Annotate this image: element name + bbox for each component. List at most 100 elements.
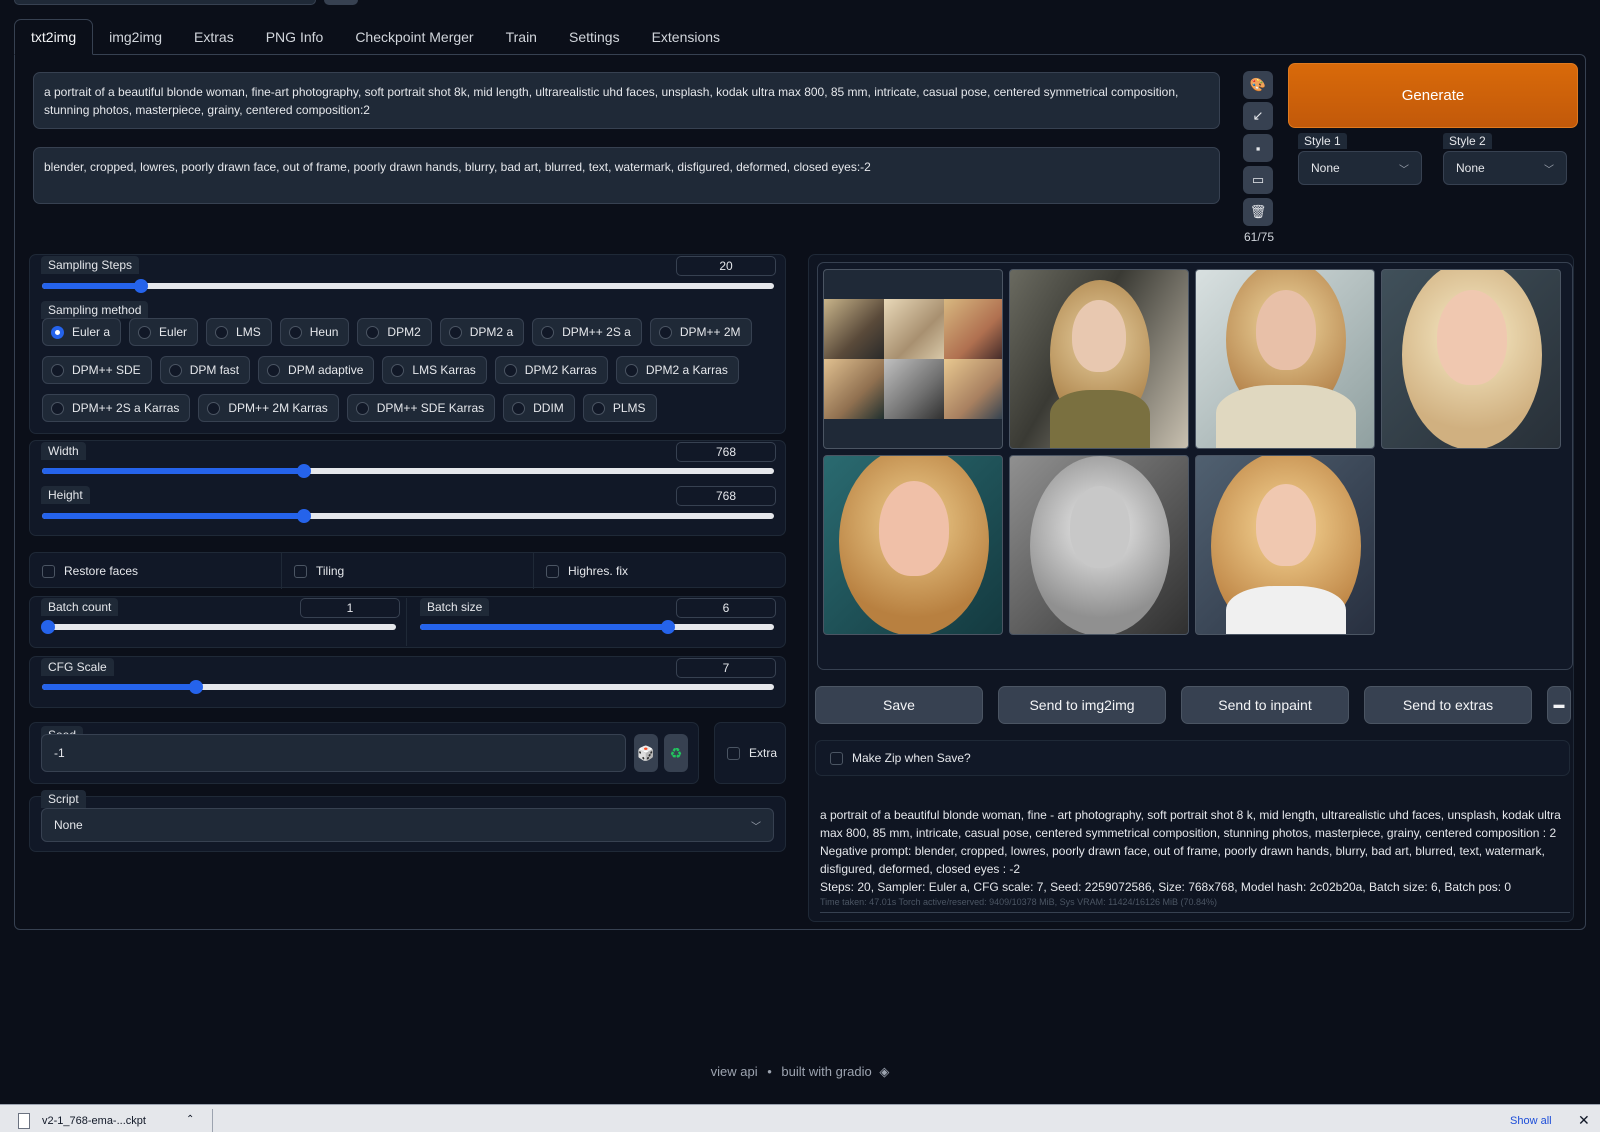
sampler-option-plms[interactable]: PLMS bbox=[582, 394, 657, 422]
gallery-grid-image[interactable] bbox=[823, 269, 1003, 449]
sampler-option-dpm-fast[interactable]: DPM fast bbox=[159, 356, 251, 384]
reuse-seed-button[interactable]: ♻ bbox=[664, 734, 688, 772]
gallery-image-3[interactable] bbox=[1381, 269, 1561, 449]
save-button[interactable]: Save bbox=[815, 686, 983, 724]
radio-dot[interactable] bbox=[138, 325, 152, 339]
checkbox-box[interactable] bbox=[42, 564, 55, 578]
sampler-option-dpm-2m-karras[interactable]: DPM++ 2M Karras bbox=[198, 394, 339, 422]
sampler-option-dpm-sde-karras[interactable]: DPM++ SDE Karras bbox=[346, 394, 496, 422]
download-file-name[interactable]: v2-1_768-ema-...ckpt bbox=[42, 1115, 146, 1127]
radio-dot[interactable] bbox=[207, 401, 221, 415]
sampling-steps-slider[interactable] bbox=[42, 279, 774, 293]
sampler-option-dpm-2s-a-karras[interactable]: DPM++ 2S a Karras bbox=[42, 394, 191, 422]
radio-dot[interactable] bbox=[355, 401, 369, 415]
tiling-checkbox[interactable]: Tiling bbox=[282, 553, 534, 589]
cfg-scale-number[interactable]: 7 bbox=[676, 658, 776, 678]
slider-thumb[interactable] bbox=[133, 279, 148, 293]
sampling-steps-number[interactable]: 20 bbox=[676, 256, 776, 276]
radio-dot[interactable] bbox=[288, 325, 302, 339]
restore-faces-checkbox[interactable]: Restore faces bbox=[30, 553, 282, 589]
radio-dot[interactable] bbox=[51, 325, 64, 339]
paste-params-button[interactable]: ↙ bbox=[1243, 102, 1273, 130]
tab-extensions[interactable]: Extensions bbox=[636, 19, 736, 55]
sampler-option-dpm-sde[interactable]: DPM++ SDE bbox=[42, 356, 152, 384]
tab-settings[interactable]: Settings bbox=[553, 19, 636, 55]
slider-thumb[interactable] bbox=[297, 464, 312, 478]
chevron-up-icon[interactable]: ⌃ bbox=[186, 1114, 194, 1125]
batch-count-number[interactable]: 1 bbox=[300, 598, 400, 618]
clear-prompt-button[interactable]: 🗑 bbox=[1243, 198, 1273, 226]
extra-seed-checkbox[interactable]: Extra bbox=[714, 722, 786, 784]
batch-size-slider[interactable] bbox=[420, 620, 774, 634]
negative-prompt-input[interactable]: blender, cropped, lowres, poorly drawn f… bbox=[33, 147, 1220, 204]
checkbox-box[interactable] bbox=[830, 751, 843, 765]
checkbox-box[interactable] bbox=[546, 564, 559, 578]
radio-dot[interactable] bbox=[541, 325, 555, 339]
batch-size-number[interactable]: 6 bbox=[676, 598, 776, 618]
radio-dot[interactable] bbox=[658, 325, 672, 339]
send-to-extras-button[interactable]: Send to extras bbox=[1364, 686, 1532, 724]
apply-style-button[interactable]: ▭ bbox=[1243, 166, 1273, 194]
sampler-option-dpm2[interactable]: DPM2 bbox=[357, 318, 432, 346]
radio-dot[interactable] bbox=[215, 325, 229, 339]
radio-dot[interactable] bbox=[51, 363, 64, 377]
radio-dot[interactable] bbox=[591, 401, 605, 415]
generate-button[interactable]: Generate bbox=[1288, 63, 1578, 128]
radio-dot[interactable] bbox=[624, 363, 638, 377]
tab-png-info[interactable]: PNG Info bbox=[250, 19, 340, 55]
tab-img2img[interactable]: img2img bbox=[93, 19, 178, 55]
radio-dot[interactable] bbox=[512, 401, 526, 415]
sampler-option-dpm-2m[interactable]: DPM++ 2M bbox=[649, 318, 752, 346]
gallery-image-4[interactable] bbox=[823, 455, 1003, 635]
sampler-option-heun[interactable]: Heun bbox=[279, 318, 350, 346]
random-seed-button[interactable]: 🎲 bbox=[634, 734, 658, 772]
sampler-option-lms[interactable]: LMS bbox=[206, 318, 272, 346]
radio-dot[interactable] bbox=[503, 363, 517, 377]
open-folder-button[interactable]: ▬ bbox=[1547, 686, 1571, 724]
radio-dot[interactable] bbox=[366, 325, 380, 339]
view-api-link[interactable]: view api bbox=[711, 1064, 758, 1079]
radio-dot[interactable] bbox=[448, 325, 462, 339]
built-with-gradio-link[interactable]: built with gradio bbox=[781, 1064, 871, 1079]
sampler-option-dpm2-a-karras[interactable]: DPM2 a Karras bbox=[615, 356, 739, 384]
close-icon[interactable]: ✕ bbox=[1578, 1112, 1590, 1129]
batch-count-slider[interactable] bbox=[41, 620, 396, 634]
sampler-option-euler[interactable]: Euler bbox=[129, 318, 199, 346]
radio-dot[interactable] bbox=[168, 363, 182, 377]
sampler-option-lms-karras[interactable]: LMS Karras bbox=[382, 356, 487, 384]
sampler-option-dpm-2s-a[interactable]: DPM++ 2S a bbox=[532, 318, 642, 346]
slider-thumb[interactable] bbox=[41, 620, 55, 634]
radio-dot[interactable] bbox=[391, 363, 405, 377]
interrogate-button[interactable]: 🎨 bbox=[1243, 71, 1273, 99]
show-all-button[interactable]: Show all bbox=[1510, 1115, 1552, 1127]
gallery-image-5[interactable] bbox=[1009, 455, 1189, 635]
send-to-img2img-button[interactable]: Send to img2img bbox=[998, 686, 1166, 724]
width-number[interactable]: 768 bbox=[676, 442, 776, 462]
gallery-image-1[interactable] bbox=[1009, 269, 1189, 449]
checkbox-box[interactable] bbox=[727, 746, 740, 760]
script-select[interactable]: None ﹀ bbox=[41, 808, 774, 842]
tab-extras[interactable]: Extras bbox=[178, 19, 250, 55]
save-style-button[interactable]: ▪ bbox=[1243, 134, 1273, 162]
tab-txt2img[interactable]: txt2img bbox=[14, 19, 94, 55]
sampler-option-dpm2-karras[interactable]: DPM2 Karras bbox=[494, 356, 608, 384]
style2-select[interactable]: None ﹀ bbox=[1443, 151, 1567, 185]
height-number[interactable]: 768 bbox=[676, 486, 776, 506]
style1-select[interactable]: None ﹀ bbox=[1298, 151, 1422, 185]
radio-dot[interactable] bbox=[267, 363, 281, 377]
checkbox-box[interactable] bbox=[294, 564, 307, 578]
width-slider[interactable] bbox=[42, 464, 774, 478]
gallery-image-2[interactable] bbox=[1195, 269, 1375, 449]
height-slider[interactable] bbox=[42, 509, 774, 523]
sampler-option-dpm2-a[interactable]: DPM2 a bbox=[439, 318, 525, 346]
slider-thumb[interactable] bbox=[660, 620, 675, 634]
tab-checkpoint-merger[interactable]: Checkpoint Merger bbox=[339, 19, 489, 55]
radio-dot[interactable] bbox=[51, 401, 64, 415]
prompt-input[interactable]: a portrait of a beautiful blonde woman, … bbox=[33, 72, 1220, 129]
slider-thumb[interactable] bbox=[297, 509, 312, 523]
tab-train[interactable]: Train bbox=[490, 19, 553, 55]
make-zip-checkbox[interactable]: Make Zip when Save? bbox=[815, 740, 1570, 776]
gallery-image-6[interactable] bbox=[1195, 455, 1375, 635]
send-to-inpaint-button[interactable]: Send to inpaint bbox=[1181, 686, 1349, 724]
sampler-option-ddim[interactable]: DDIM bbox=[503, 394, 575, 422]
